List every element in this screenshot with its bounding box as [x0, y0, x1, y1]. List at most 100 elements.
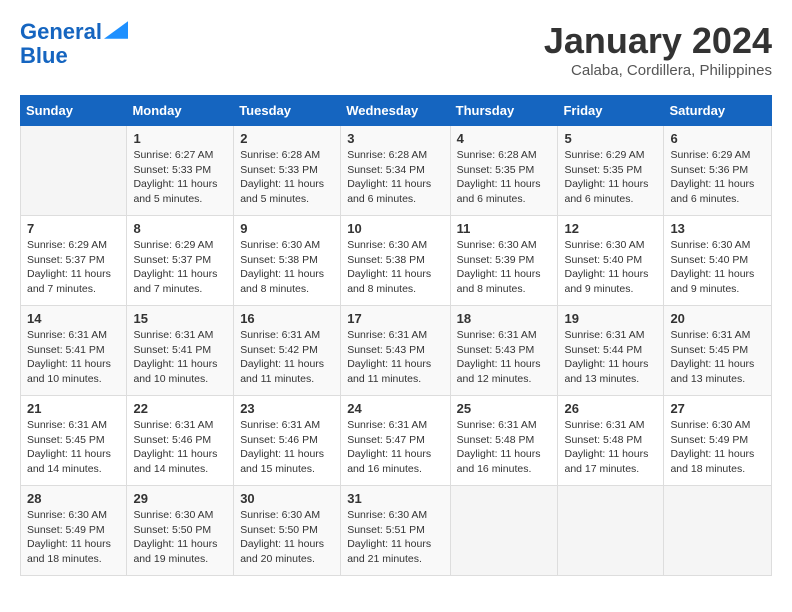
- day-number: 25: [457, 401, 552, 416]
- calendar-cell: 9 Sunrise: 6:30 AM Sunset: 5:38 PM Daylig…: [234, 216, 341, 306]
- day-number: 18: [457, 311, 552, 326]
- day-number: 22: [133, 401, 227, 416]
- day-info: Sunrise: 6:30 AM Sunset: 5:50 PM Dayligh…: [240, 508, 334, 567]
- calendar-cell: [450, 486, 558, 576]
- calendar-cell: 8 Sunrise: 6:29 AM Sunset: 5:37 PM Daylig…: [127, 216, 234, 306]
- day-number: 13: [670, 221, 765, 236]
- day-info: Sunrise: 6:30 AM Sunset: 5:39 PM Dayligh…: [457, 238, 552, 297]
- day-info: Sunrise: 6:31 AM Sunset: 5:47 PM Dayligh…: [347, 418, 443, 477]
- day-number: 16: [240, 311, 334, 326]
- calendar-cell: 4 Sunrise: 6:28 AM Sunset: 5:35 PM Daylig…: [450, 126, 558, 216]
- calendar-cell: 13Sunrise: 6:30 AM Sunset: 5:40 PM Dayli…: [664, 216, 772, 306]
- day-info: Sunrise: 6:30 AM Sunset: 5:49 PM Dayligh…: [670, 418, 765, 477]
- day-number: 5: [564, 131, 657, 146]
- calendar-table: SundayMondayTuesdayWednesdayThursdayFrid…: [20, 95, 772, 576]
- day-number: 28: [27, 491, 120, 506]
- day-number: 8: [133, 221, 227, 236]
- day-info: Sunrise: 6:29 AM Sunset: 5:37 PM Dayligh…: [133, 238, 227, 297]
- day-number: 4: [457, 131, 552, 146]
- calendar-header-row: SundayMondayTuesdayWednesdayThursdayFrid…: [21, 96, 772, 126]
- day-number: 11: [457, 221, 552, 236]
- day-info: Sunrise: 6:31 AM Sunset: 5:41 PM Dayligh…: [27, 328, 120, 387]
- day-number: 31: [347, 491, 443, 506]
- week-row-4: 21 Sunrise: 6:31 AM Sunset: 5:45 PM Dayli…: [21, 396, 772, 486]
- calendar-cell: [558, 486, 664, 576]
- day-info: Sunrise: 6:30 AM Sunset: 5:50 PM Dayligh…: [133, 508, 227, 567]
- calendar-cell: 2Sunrise: 6:28 AM Sunset: 5:33 PM Daylig…: [234, 126, 341, 216]
- calendar-cell: 15Sunrise: 6:31 AM Sunset: 5:41 PM Dayli…: [127, 306, 234, 396]
- calendar-cell: 31 Sunrise: 6:30 AM Sunset: 5:51 PM Dayli…: [341, 486, 450, 576]
- day-info: Sunrise: 6:31 AM Sunset: 5:45 PM Dayligh…: [670, 328, 765, 387]
- calendar-cell: 1Sunrise: 6:27 AM Sunset: 5:33 PM Daylig…: [127, 126, 234, 216]
- day-info: Sunrise: 6:31 AM Sunset: 5:46 PM Dayligh…: [133, 418, 227, 477]
- day-header-tuesday: Tuesday: [234, 96, 341, 126]
- calendar-cell: 19 Sunrise: 6:31 AM Sunset: 5:44 PM Dayli…: [558, 306, 664, 396]
- day-info: Sunrise: 6:31 AM Sunset: 5:48 PM Dayligh…: [457, 418, 552, 477]
- day-number: 20: [670, 311, 765, 326]
- day-info: Sunrise: 6:30 AM Sunset: 5:40 PM Dayligh…: [564, 238, 657, 297]
- day-info: Sunrise: 6:29 AM Sunset: 5:36 PM Dayligh…: [670, 148, 765, 207]
- day-header-saturday: Saturday: [664, 96, 772, 126]
- calendar-cell: 24 Sunrise: 6:31 AM Sunset: 5:47 PM Dayli…: [341, 396, 450, 486]
- day-number: 14: [27, 311, 120, 326]
- week-row-1: 1Sunrise: 6:27 AM Sunset: 5:33 PM Daylig…: [21, 126, 772, 216]
- day-info: Sunrise: 6:30 AM Sunset: 5:51 PM Dayligh…: [347, 508, 443, 567]
- calendar-cell: 17 Sunrise: 6:31 AM Sunset: 5:43 PM Dayli…: [341, 306, 450, 396]
- day-info: Sunrise: 6:30 AM Sunset: 5:38 PM Dayligh…: [347, 238, 443, 297]
- week-row-2: 7 Sunrise: 6:29 AM Sunset: 5:37 PM Daylig…: [21, 216, 772, 306]
- day-number: 27: [670, 401, 765, 416]
- day-info: Sunrise: 6:31 AM Sunset: 5:41 PM Dayligh…: [133, 328, 227, 387]
- day-header-monday: Monday: [127, 96, 234, 126]
- calendar-cell: 27 Sunrise: 6:30 AM Sunset: 5:49 PM Dayli…: [664, 396, 772, 486]
- day-info: Sunrise: 6:31 AM Sunset: 5:43 PM Dayligh…: [457, 328, 552, 387]
- day-info: Sunrise: 6:31 AM Sunset: 5:45 PM Dayligh…: [27, 418, 120, 477]
- logo: General Blue: [20, 20, 128, 68]
- calendar-cell: 10 Sunrise: 6:30 AM Sunset: 5:38 PM Dayli…: [341, 216, 450, 306]
- day-number: 30: [240, 491, 334, 506]
- week-row-5: 28 Sunrise: 6:30 AM Sunset: 5:49 PM Dayli…: [21, 486, 772, 576]
- calendar-cell: 30 Sunrise: 6:30 AM Sunset: 5:50 PM Dayli…: [234, 486, 341, 576]
- day-info: Sunrise: 6:28 AM Sunset: 5:33 PM Dayligh…: [240, 148, 334, 207]
- day-info: Sunrise: 6:31 AM Sunset: 5:42 PM Dayligh…: [240, 328, 334, 387]
- day-number: 17: [347, 311, 443, 326]
- day-info: Sunrise: 6:30 AM Sunset: 5:49 PM Dayligh…: [27, 508, 120, 567]
- calendar-cell: 5 Sunrise: 6:29 AM Sunset: 5:35 PM Daylig…: [558, 126, 664, 216]
- day-info: Sunrise: 6:31 AM Sunset: 5:43 PM Dayligh…: [347, 328, 443, 387]
- calendar-cell: 25 Sunrise: 6:31 AM Sunset: 5:48 PM Dayli…: [450, 396, 558, 486]
- day-info: Sunrise: 6:31 AM Sunset: 5:44 PM Dayligh…: [564, 328, 657, 387]
- page-header: General Blue January 2024 Calaba, Cordil…: [20, 20, 772, 79]
- day-info: Sunrise: 6:29 AM Sunset: 5:37 PM Dayligh…: [27, 238, 120, 297]
- calendar-cell: 18 Sunrise: 6:31 AM Sunset: 5:43 PM Dayli…: [450, 306, 558, 396]
- day-number: 12: [564, 221, 657, 236]
- logo-text: General Blue: [20, 20, 128, 68]
- day-info: Sunrise: 6:29 AM Sunset: 5:35 PM Dayligh…: [564, 148, 657, 207]
- day-number: 10: [347, 221, 443, 236]
- calendar-cell: [664, 486, 772, 576]
- calendar-cell: 29Sunrise: 6:30 AM Sunset: 5:50 PM Dayli…: [127, 486, 234, 576]
- day-number: 24: [347, 401, 443, 416]
- calendar-cell: 28 Sunrise: 6:30 AM Sunset: 5:49 PM Dayli…: [21, 486, 127, 576]
- day-header-wednesday: Wednesday: [341, 96, 450, 126]
- location-subtitle: Calaba, Cordillera, Philippines: [544, 62, 772, 79]
- day-info: Sunrise: 6:28 AM Sunset: 5:35 PM Dayligh…: [457, 148, 552, 207]
- calendar-cell: 23 Sunrise: 6:31 AM Sunset: 5:46 PM Dayli…: [234, 396, 341, 486]
- calendar-cell: 6 Sunrise: 6:29 AM Sunset: 5:36 PM Daylig…: [664, 126, 772, 216]
- day-number: 19: [564, 311, 657, 326]
- day-header-friday: Friday: [558, 96, 664, 126]
- calendar-cell: [21, 126, 127, 216]
- day-number: 7: [27, 221, 120, 236]
- day-number: 3: [347, 131, 443, 146]
- day-info: Sunrise: 6:30 AM Sunset: 5:38 PM Dayligh…: [240, 238, 334, 297]
- day-header-sunday: Sunday: [21, 96, 127, 126]
- week-row-3: 14 Sunrise: 6:31 AM Sunset: 5:41 PM Dayli…: [21, 306, 772, 396]
- title-area: January 2024 Calaba, Cordillera, Philipp…: [544, 20, 772, 79]
- day-number: 23: [240, 401, 334, 416]
- day-info: Sunrise: 6:31 AM Sunset: 5:48 PM Dayligh…: [564, 418, 657, 477]
- calendar-cell: 12 Sunrise: 6:30 AM Sunset: 5:40 PM Dayli…: [558, 216, 664, 306]
- calendar-cell: 21 Sunrise: 6:31 AM Sunset: 5:45 PM Dayli…: [21, 396, 127, 486]
- day-number: 21: [27, 401, 120, 416]
- day-info: Sunrise: 6:31 AM Sunset: 5:46 PM Dayligh…: [240, 418, 334, 477]
- day-number: 6: [670, 131, 765, 146]
- calendar-cell: 3Sunrise: 6:28 AM Sunset: 5:34 PM Daylig…: [341, 126, 450, 216]
- day-number: 9: [240, 221, 334, 236]
